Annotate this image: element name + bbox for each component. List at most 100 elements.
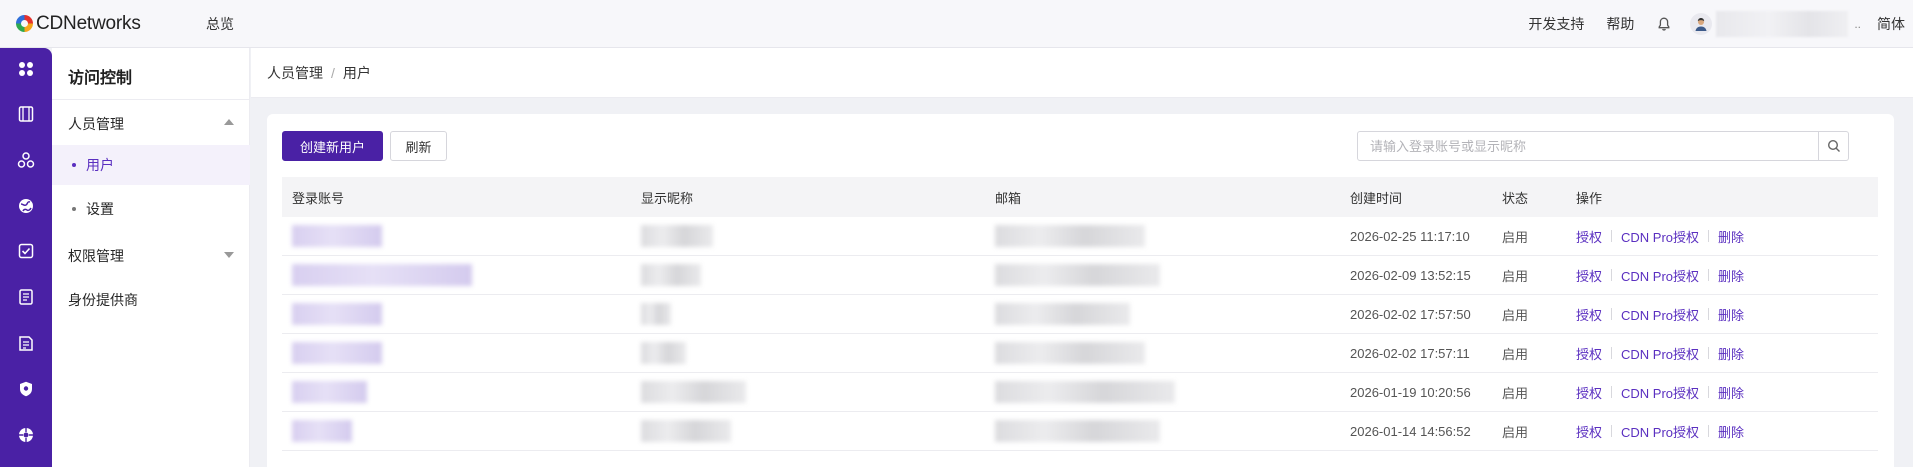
sidebar-item-users[interactable]: 用户 — [52, 145, 250, 185]
sidebar-group-permission-management[interactable]: 权限管理 — [68, 246, 124, 266]
status-text: 启用 — [1502, 346, 1529, 362]
help-link[interactable]: 帮助 — [1606, 14, 1634, 34]
delete-link[interactable]: 删除 — [1718, 383, 1744, 402]
cdn-pro-authorize-link[interactable]: CDN Pro授权 — [1621, 422, 1699, 441]
search-box — [1357, 131, 1849, 161]
product-icon — [18, 106, 34, 122]
action-divider — [1611, 308, 1613, 320]
authorize-link[interactable]: 授权 — [1576, 422, 1602, 441]
create-user-button[interactable]: 创建新用户 — [282, 131, 383, 161]
user-avatar[interactable] — [1690, 13, 1713, 35]
user-name-redacted[interactable] — [1716, 11, 1849, 37]
sidebar-item-identity-provider[interactable]: 身份提供商 — [68, 290, 138, 310]
status-text: 启用 — [1502, 268, 1529, 284]
breadcrumb: 人员管理 / 用户 — [251, 48, 1913, 98]
delete-link[interactable]: 删除 — [1718, 422, 1744, 441]
cdnetworks-logo-icon — [16, 15, 33, 32]
created-time: 2026-01-19 10:20:56 — [1350, 384, 1471, 400]
created-time: 2026-02-09 13:52:15 — [1350, 267, 1471, 283]
chevron-down-icon[interactable] — [224, 252, 234, 258]
authorize-link[interactable]: 授权 — [1576, 305, 1602, 324]
nav-overview[interactable]: 总览 — [206, 14, 234, 34]
breadcrumb-users: 用户 — [342, 64, 371, 81]
action-divider — [1708, 386, 1710, 398]
column-header-created: 创建时间 — [1350, 190, 1403, 206]
created-time: 2026-01-14 14:56:52 — [1350, 423, 1471, 439]
action-divider — [1611, 347, 1613, 359]
dev-support-link[interactable]: 开发支持 — [1528, 14, 1584, 34]
status-text: 启用 — [1502, 229, 1529, 245]
chevron-up-icon[interactable] — [224, 119, 234, 125]
bullet-icon — [72, 163, 76, 167]
sidebar-item-settings[interactable]: 设置 — [52, 189, 250, 229]
search-input[interactable] — [1358, 132, 1818, 160]
table-row: 2026-02-25 11:17:10 启用 授权 CDN Pro授权 删除 — [282, 217, 1878, 256]
column-header-status: 状态 — [1502, 190, 1529, 206]
refresh-button[interactable]: 刷新 — [390, 131, 447, 161]
cdn-pro-authorize-link[interactable]: CDN Pro授权 — [1621, 266, 1699, 285]
user-avatar-icon — [1695, 18, 1707, 31]
users-card: 创建新用户 刷新 登录账号 显示昵称 邮箱 创建时间 状态 操作 2026-02… — [267, 114, 1894, 467]
created-time: 2026-02-25 11:17:10 — [1350, 228, 1470, 244]
rail-item-network[interactable] — [0, 141, 52, 179]
login-redacted — [292, 303, 382, 325]
nickname-redacted — [641, 381, 746, 403]
cdn-pro-authorize-link[interactable]: CDN Pro授权 — [1621, 344, 1699, 363]
authorize-link[interactable]: 授权 — [1576, 266, 1602, 285]
delete-link[interactable]: 删除 — [1718, 305, 1744, 324]
checklist-icon — [18, 243, 34, 259]
breadcrumb-people-management[interactable]: 人员管理 — [267, 63, 323, 83]
user-menu-ellipsis[interactable]: .. — [1854, 17, 1861, 31]
rail-item-support[interactable] — [0, 416, 52, 454]
support-icon — [19, 428, 33, 442]
cdn-pro-authorize-link[interactable]: CDN Pro授权 — [1621, 383, 1699, 402]
authorize-link[interactable]: 授权 — [1576, 344, 1602, 363]
authorize-link[interactable]: 授权 — [1576, 383, 1602, 402]
status-text: 启用 — [1502, 385, 1529, 401]
globe-icon — [19, 199, 33, 213]
search-button[interactable] — [1818, 132, 1848, 160]
cdn-pro-authorize-link[interactable]: CDN Pro授权 — [1621, 227, 1699, 246]
email-redacted — [995, 264, 1160, 286]
top-header: CDNetworks 总览 开发支持 帮助 .. 简体 — [0, 0, 1913, 48]
login-redacted — [292, 225, 382, 247]
action-divider — [1708, 308, 1710, 320]
report-icon — [19, 336, 33, 351]
shield-icon — [20, 381, 32, 397]
login-redacted — [292, 264, 472, 286]
delete-link[interactable]: 删除 — [1718, 344, 1744, 363]
email-redacted — [995, 381, 1175, 403]
delete-link[interactable]: 删除 — [1718, 266, 1744, 285]
email-redacted — [995, 225, 1145, 247]
rail-item-products[interactable] — [0, 95, 52, 133]
column-header-email: 邮箱 — [995, 190, 1022, 206]
email-redacted — [995, 303, 1130, 325]
authorize-link[interactable]: 授权 — [1576, 227, 1602, 246]
rail-item-globe[interactable] — [0, 187, 52, 225]
language-switch[interactable]: 简体 — [1877, 14, 1905, 34]
apps-icon — [19, 62, 33, 76]
rail-item-reports[interactable] — [0, 324, 52, 362]
login-redacted — [292, 342, 382, 364]
document-icon — [19, 289, 33, 305]
action-divider — [1708, 269, 1710, 281]
bell-icon[interactable] — [1656, 16, 1672, 32]
cdn-pro-authorize-link[interactable]: CDN Pro授权 — [1621, 305, 1699, 324]
bullet-icon — [72, 207, 76, 211]
search-icon — [1827, 139, 1840, 152]
sidebar-group-people-management[interactable]: 人员管理 — [68, 114, 124, 134]
rail-item-apps[interactable] — [0, 50, 52, 88]
rail-item-documents[interactable] — [0, 278, 52, 316]
access-control-sidebar: 访问控制 人员管理 用户 设置 权限管理 身份提供商 — [52, 48, 250, 467]
table-row: 2026-02-02 17:57:50 启用 授权 CDN Pro授权 删除 — [282, 295, 1878, 334]
rail-item-security[interactable] — [0, 370, 52, 408]
rail-item-checklist[interactable] — [0, 232, 52, 270]
brand-name: CDNetworks — [36, 12, 141, 34]
sidebar-item-label: 用户 — [86, 157, 114, 173]
created-time: 2026-02-02 17:57:11 — [1350, 345, 1470, 361]
brand-logo-link[interactable]: CDNetworks — [16, 13, 166, 35]
email-redacted — [995, 420, 1160, 442]
table-header: 登录账号 显示昵称 邮箱 创建时间 状态 操作 — [282, 177, 1878, 217]
breadcrumb-separator: / — [331, 64, 335, 81]
delete-link[interactable]: 删除 — [1718, 227, 1744, 246]
